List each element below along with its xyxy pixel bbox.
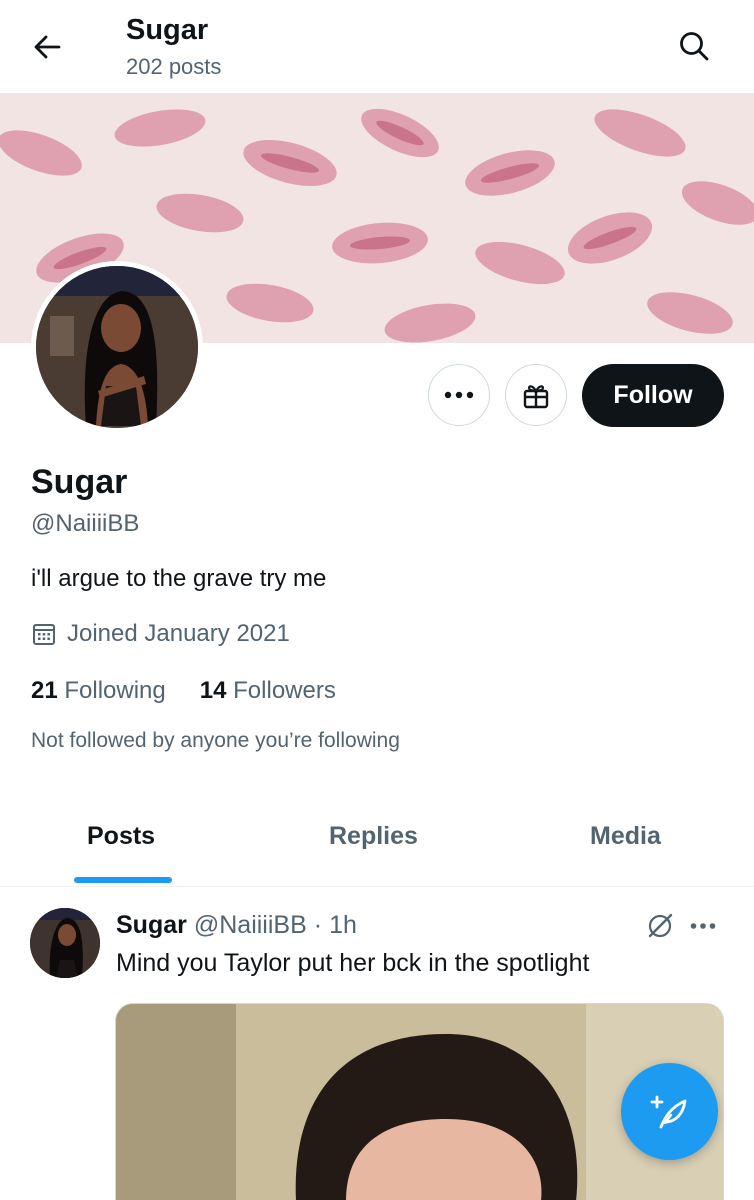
joined-date: Joined January 2021 xyxy=(31,620,290,648)
display-name: Sugar xyxy=(31,463,128,501)
follow-stats: 21 Following 14 Followers xyxy=(31,677,336,705)
post-header: Sugar @NaiiiiBB · 1h xyxy=(116,911,357,940)
tab-posts[interactable]: Posts xyxy=(87,822,155,851)
compose-feather-icon xyxy=(650,1095,686,1128)
more-options-button[interactable] xyxy=(428,364,490,426)
search-icon xyxy=(680,32,709,61)
followers-label: Followers xyxy=(233,677,336,704)
followers-count: 14 xyxy=(199,677,227,704)
active-tab-indicator xyxy=(74,877,172,883)
followers-link[interactable]: 14 Followers xyxy=(200,677,336,705)
gift-button[interactable] xyxy=(505,364,567,426)
post-author-handle[interactable]: @NaiiiiBB xyxy=(194,911,307,940)
following-link[interactable]: 21 Following xyxy=(31,677,166,705)
cartoon-avatar-image xyxy=(30,908,100,978)
follow-button[interactable]: Follow xyxy=(582,364,724,427)
following-count: 21 xyxy=(31,677,58,704)
user-handle: @NaiiiiBB xyxy=(31,510,140,537)
cartoon-avatar-image xyxy=(36,266,198,428)
post-avatar[interactable] xyxy=(30,908,100,978)
more-horizontal-icon[interactable] xyxy=(690,922,716,930)
not-followed-text: Not followed by anyone you’re following xyxy=(31,729,400,752)
more-horizontal-icon xyxy=(444,391,474,399)
post-text: Mind you Taylor put her bck in the spotl… xyxy=(116,949,590,977)
back-button[interactable] xyxy=(30,30,64,64)
grok-icon[interactable] xyxy=(646,912,674,940)
joined-text: Joined January 2021 xyxy=(67,620,290,647)
post-separator: · xyxy=(313,911,323,939)
tab-media[interactable]: Media xyxy=(590,822,661,851)
post-header-icons xyxy=(646,912,716,940)
header-title: Sugar xyxy=(126,14,209,46)
following-label: Following xyxy=(64,677,166,704)
gift-icon xyxy=(523,385,549,409)
compose-post-button[interactable] xyxy=(621,1063,718,1160)
search-button[interactable] xyxy=(676,28,712,64)
arrow-left-icon xyxy=(34,35,61,59)
tab-replies[interactable]: Replies xyxy=(329,822,418,851)
profile-bio: i'll argue to the grave try me xyxy=(31,565,327,592)
post-author-name[interactable]: Sugar xyxy=(116,911,187,940)
post-time[interactable]: 1h xyxy=(329,911,357,940)
profile-tabs: Posts Replies Media xyxy=(0,795,754,887)
calendar-icon xyxy=(33,624,55,645)
post-count: 202 posts xyxy=(126,54,222,79)
profile-avatar[interactable] xyxy=(31,261,203,433)
top-bar: Sugar 202 posts xyxy=(0,0,754,93)
